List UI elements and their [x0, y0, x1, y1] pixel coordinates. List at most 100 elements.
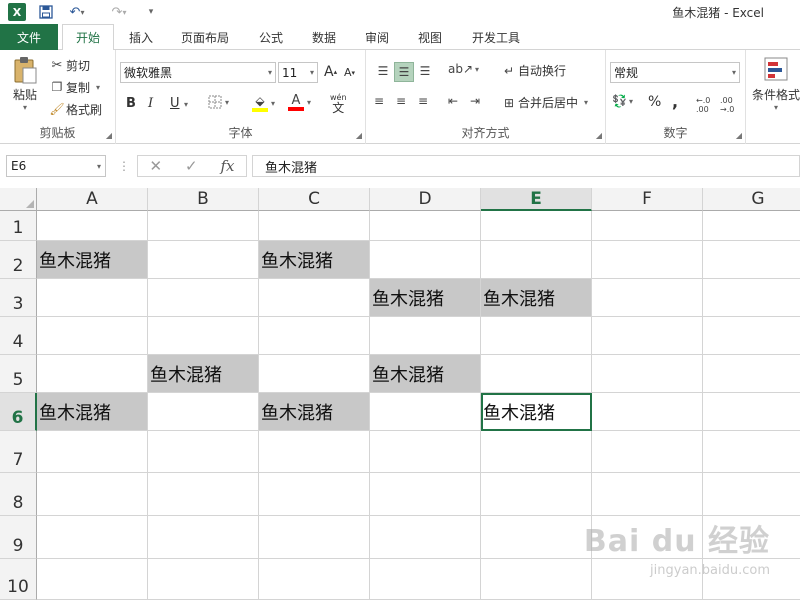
cell-e8[interactable] — [481, 473, 592, 516]
copy-button[interactable]: ❐ 复制 ▾ — [48, 78, 100, 96]
cell-e5[interactable] — [481, 355, 592, 393]
cell-c2[interactable]: 鱼木混猪 — [259, 241, 370, 279]
cell-c1[interactable] — [259, 211, 370, 241]
merge-center-button[interactable]: ⊞ 合并后居中 ▾ — [500, 94, 588, 111]
column-header-a[interactable]: A — [37, 188, 148, 211]
row-header-2[interactable]: 2 — [0, 241, 37, 279]
tab-insert[interactable]: 插入 — [118, 24, 164, 50]
formula-input[interactable]: 鱼木混猪 — [252, 155, 800, 177]
increase-decimal-button[interactable]: ←.0.00 — [696, 96, 710, 114]
tab-home[interactable]: 开始 — [62, 24, 114, 51]
conditional-format-button[interactable]: 条件格式 ▾ — [752, 56, 800, 112]
cell-e3[interactable]: 鱼木混猪 — [481, 279, 592, 317]
tab-developer[interactable]: 开发工具 — [464, 24, 528, 50]
cell-d9[interactable] — [370, 516, 481, 559]
cell-b6[interactable] — [148, 393, 259, 431]
cell-c3[interactable] — [259, 279, 370, 317]
font-color-button[interactable]: A ▾ — [288, 94, 311, 111]
font-name-combo[interactable]: 微软雅黑 ▾ — [120, 62, 276, 83]
underline-button[interactable]: U — [170, 96, 180, 111]
fill-color-button[interactable]: ⬙ ▾ — [252, 94, 275, 112]
cell-b1[interactable] — [148, 211, 259, 241]
cell-b2[interactable] — [148, 241, 259, 279]
align-left-button[interactable]: ≡ — [374, 94, 384, 108]
column-header-d[interactable]: D — [370, 188, 481, 211]
select-all-button[interactable] — [0, 188, 37, 211]
cell-c5[interactable] — [259, 355, 370, 393]
format-painter-button[interactable]: 🖌 格式刷 — [48, 100, 102, 118]
cell-b7[interactable] — [148, 431, 259, 473]
cell-g1[interactable] — [703, 211, 800, 241]
bold-button[interactable]: B — [126, 96, 136, 111]
cell-f3[interactable] — [592, 279, 703, 317]
decrease-decimal-button[interactable]: .00 →.0 — [720, 96, 734, 114]
percent-button[interactable]: % — [648, 94, 661, 110]
cell-d8[interactable] — [370, 473, 481, 516]
accounting-format-button[interactable]: 💱 ▾ — [612, 94, 633, 108]
dialog-launcher-icon[interactable]: ◢ — [736, 131, 742, 140]
cell-b9[interactable] — [148, 516, 259, 559]
cell-c10[interactable] — [259, 559, 370, 600]
cell-g4[interactable] — [703, 317, 800, 355]
cell-c8[interactable] — [259, 473, 370, 516]
cell-b3[interactable] — [148, 279, 259, 317]
chevron-down-icon[interactable]: ▾ — [184, 100, 188, 109]
cell-e2[interactable] — [481, 241, 592, 279]
wrap-text-button[interactable]: ↵ 自动换行 — [500, 62, 566, 79]
cell-d3[interactable]: 鱼木混猪 — [370, 279, 481, 317]
tab-view[interactable]: 视图 — [408, 24, 452, 50]
cell-a7[interactable] — [37, 431, 148, 473]
italic-button[interactable]: I — [148, 96, 153, 111]
cell-c4[interactable] — [259, 317, 370, 355]
cell-g2[interactable] — [703, 241, 800, 279]
row-header-1[interactable]: 1 — [0, 211, 37, 241]
row-header-9[interactable]: 9 — [0, 516, 37, 559]
cell-f8[interactable] — [592, 473, 703, 516]
align-center-button[interactable]: ≡ — [396, 94, 406, 108]
column-header-f[interactable]: F — [592, 188, 703, 211]
column-header-c[interactable]: C — [259, 188, 370, 211]
orientation-button[interactable]: ab↗ ▾ — [448, 62, 479, 76]
cell-f2[interactable] — [592, 241, 703, 279]
cell-e7[interactable] — [481, 431, 592, 473]
align-middle-button[interactable]: ☰ — [394, 62, 414, 82]
cell-b8[interactable] — [148, 473, 259, 516]
tab-formulas[interactable]: 公式 — [250, 24, 292, 50]
align-top-button[interactable]: ☰ — [374, 62, 392, 80]
cell-b10[interactable] — [148, 559, 259, 600]
row-header-4[interactable]: 4 — [0, 317, 37, 355]
cell-d10[interactable] — [370, 559, 481, 600]
cell-d4[interactable] — [370, 317, 481, 355]
borders-button[interactable]: ▾ — [208, 95, 229, 109]
cell-f6[interactable] — [592, 393, 703, 431]
phonetic-guide-button[interactable]: wén 文 — [330, 94, 347, 115]
cell-g7[interactable] — [703, 431, 800, 473]
dialog-launcher-icon[interactable]: ◢ — [356, 131, 362, 140]
cell-g3[interactable] — [703, 279, 800, 317]
cell-a3[interactable] — [37, 279, 148, 317]
row-header-7[interactable]: 7 — [0, 431, 37, 473]
cell-a2[interactable]: 鱼木混猪 — [37, 241, 148, 279]
cell-d1[interactable] — [370, 211, 481, 241]
decrease-indent-button[interactable]: ⇤ — [448, 94, 458, 108]
column-header-g[interactable]: G — [703, 188, 800, 211]
cell-a10[interactable] — [37, 559, 148, 600]
cell-f4[interactable] — [592, 317, 703, 355]
cell-b5[interactable]: 鱼木混猪 — [148, 355, 259, 393]
tab-page-layout[interactable]: 页面布局 — [172, 24, 238, 50]
name-box[interactable]: E6 ▾ — [6, 155, 106, 177]
column-header-e[interactable]: E — [481, 188, 592, 211]
dialog-launcher-icon[interactable]: ◢ — [596, 131, 602, 140]
cell-c7[interactable] — [259, 431, 370, 473]
cell-c9[interactable] — [259, 516, 370, 559]
cell-e1[interactable] — [481, 211, 592, 241]
number-format-combo[interactable]: 常规 ▾ — [610, 62, 740, 83]
cell-e4[interactable] — [481, 317, 592, 355]
comma-button[interactable]: , — [672, 92, 678, 111]
column-header-b[interactable]: B — [148, 188, 259, 211]
cell-a6[interactable]: 鱼木混猪 — [37, 393, 148, 431]
align-right-button[interactable]: ≡ — [418, 94, 428, 108]
cell-d5[interactable]: 鱼木混猪 — [370, 355, 481, 393]
splitter-handle-icon[interactable]: ⋮ — [118, 159, 130, 173]
cell-g5[interactable] — [703, 355, 800, 393]
